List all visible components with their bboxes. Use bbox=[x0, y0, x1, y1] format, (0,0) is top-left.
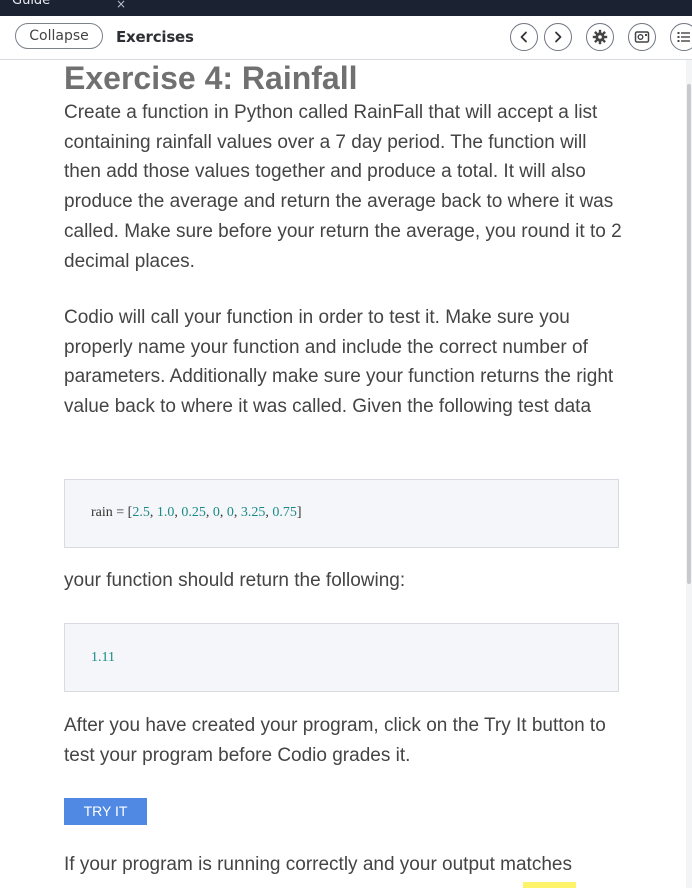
image-icon bbox=[634, 31, 650, 43]
tab-title[interactable]: Guide bbox=[12, 0, 50, 9]
code-prefix: rain = [ bbox=[91, 505, 133, 520]
settings-button[interactable] bbox=[586, 23, 614, 51]
paragraph-expected-output: your function should return the followin… bbox=[64, 570, 406, 591]
media-button[interactable] bbox=[628, 23, 656, 51]
paragraph-output-match: If your program is running correctly and… bbox=[64, 854, 572, 875]
code-value: 2.5 bbox=[132, 505, 150, 520]
code-expected-value: 1.11 bbox=[91, 650, 115, 665]
guide-toolbar: Collapse Exercises bbox=[0, 16, 692, 60]
code-value: 0 bbox=[226, 505, 234, 520]
previous-button[interactable] bbox=[510, 23, 538, 51]
paragraph-instructions: Create a function in Python called RainF… bbox=[64, 102, 622, 272]
try-it-button[interactable]: TRY IT bbox=[64, 798, 147, 825]
code-block-expected: 1.11 bbox=[64, 623, 619, 692]
code-suffix: ] bbox=[296, 505, 302, 520]
chevron-left-icon bbox=[520, 31, 527, 43]
collapse-button[interactable]: Collapse bbox=[15, 23, 103, 49]
code-block-test-data: rain = [2.5, 1.0, 0.25, 0, 0, 3.25, 0.75… bbox=[64, 479, 619, 548]
scrollbar[interactable] bbox=[686, 60, 692, 888]
code-value: 0.75 bbox=[272, 505, 297, 520]
code-test-data: rain = [2.5, 1.0, 0.25, 0, 0, 3.25, 0.75… bbox=[91, 505, 302, 520]
table-of-contents-button[interactable] bbox=[670, 23, 692, 51]
code-value: 1.0 bbox=[156, 505, 175, 520]
exercise-title: Exercise 4: Rainfall bbox=[64, 60, 358, 96]
tab-bar: Guide × bbox=[0, 0, 692, 16]
paragraph-try-it: After you have created your program, cli… bbox=[64, 715, 606, 766]
chevron-right-icon bbox=[555, 31, 562, 43]
toolbar-title: Exercises bbox=[116, 28, 194, 46]
next-button[interactable] bbox=[544, 23, 572, 51]
code-value: 0.25 bbox=[181, 505, 206, 520]
code-value: 0 bbox=[212, 505, 220, 520]
scrollbar-thumb[interactable] bbox=[687, 84, 691, 584]
paragraph-testing: Codio will call your function in order t… bbox=[64, 307, 614, 418]
list-icon bbox=[677, 32, 690, 42]
gear-icon bbox=[592, 29, 608, 45]
text-highlight bbox=[523, 882, 576, 888]
code-value: 3.25 bbox=[240, 505, 266, 520]
tab-close-icon[interactable]: × bbox=[116, 0, 126, 11]
